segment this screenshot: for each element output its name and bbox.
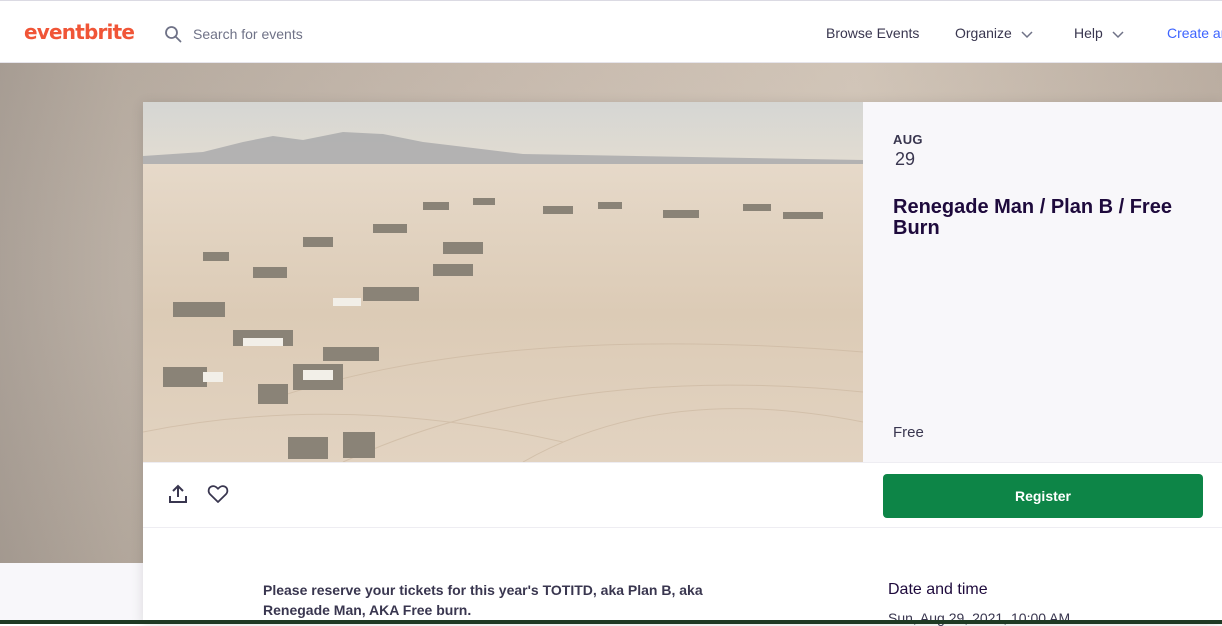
share-icon[interactable] <box>168 483 188 505</box>
search-icon[interactable] <box>164 25 182 43</box>
event-title: Renegade Man / Plan B / Free Burn <box>893 196 1172 239</box>
event-actions-bar: Register <box>143 462 1222 528</box>
search-input[interactable] <box>193 23 433 45</box>
nav-create-label: Create an <box>1167 25 1222 41</box>
event-price: Free <box>893 424 924 441</box>
bottom-edge <box>0 620 1222 624</box>
nav-browse-events-label: Browse Events <box>826 25 920 41</box>
event-date-day: 29 <box>895 149 916 169</box>
nav-browse-events[interactable]: Browse Events <box>826 25 919 41</box>
top-navigation: eventbrite Browse Events Organize Help C… <box>0 0 1222 63</box>
event-image <box>143 102 863 462</box>
event-details: Please reserve your tickets for this yea… <box>143 528 1222 626</box>
nav-organize[interactable]: Organize <box>955 25 1034 41</box>
desert-playa-photo <box>143 102 863 462</box>
eventbrite-logo[interactable]: eventbrite <box>24 20 135 44</box>
event-card: AUG 29 Renegade Man / Plan B / Free Burn… <box>143 102 1222 626</box>
event-description: Please reserve your tickets for this yea… <box>263 582 703 618</box>
chevron-down-icon <box>1112 31 1124 39</box>
nav-organize-label: Organize <box>955 25 1012 41</box>
date-time-heading: Date and time <box>888 581 988 598</box>
register-button[interactable]: Register <box>883 474 1203 518</box>
nav-help[interactable]: Help <box>1074 25 1125 41</box>
event-date-month: AUG <box>893 132 923 147</box>
chevron-down-icon <box>1021 31 1033 39</box>
nav-help-label: Help <box>1074 25 1103 41</box>
event-summary-panel: AUG 29 Renegade Man / Plan B / Free Burn… <box>863 102 1222 462</box>
nav-create-event[interactable]: Create an <box>1167 25 1222 41</box>
page-background-strip <box>0 563 143 624</box>
heart-icon[interactable] <box>207 484 229 504</box>
